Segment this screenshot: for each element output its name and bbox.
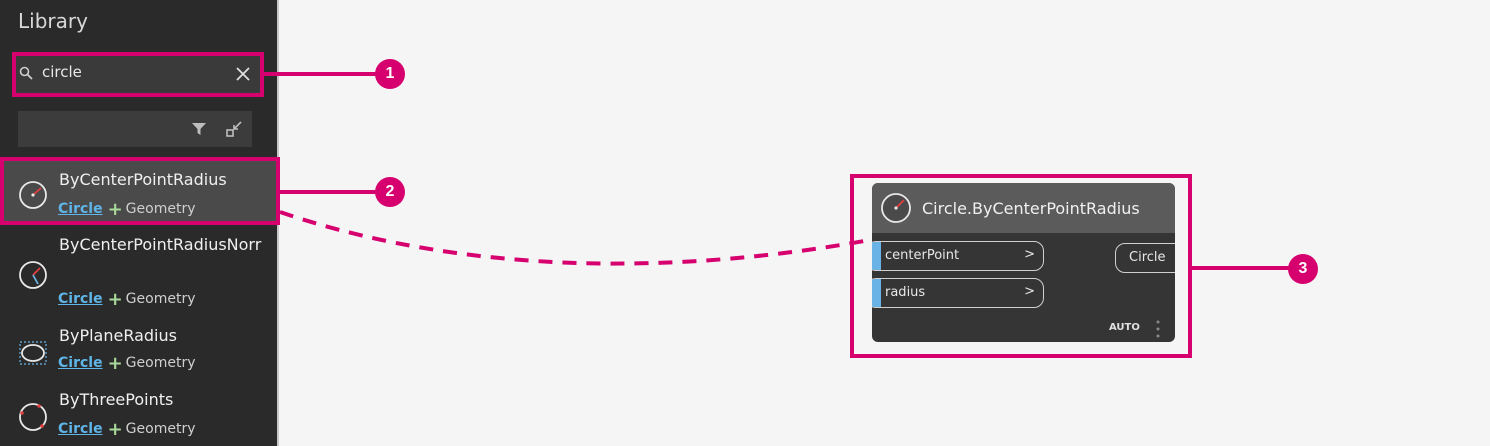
highlight-leader-3: [1192, 266, 1290, 270]
callout-badge-2: 2: [375, 177, 405, 207]
callout-badge-1: 1: [375, 59, 405, 89]
highlight-leader-1: [264, 72, 376, 76]
highlight-box-node: [850, 174, 1192, 358]
highlight-box-search: [12, 52, 264, 97]
highlight-box-list-item: [0, 157, 280, 225]
highlight-leader-2: [280, 190, 376, 194]
callout-badge-3: 3: [1288, 254, 1318, 284]
